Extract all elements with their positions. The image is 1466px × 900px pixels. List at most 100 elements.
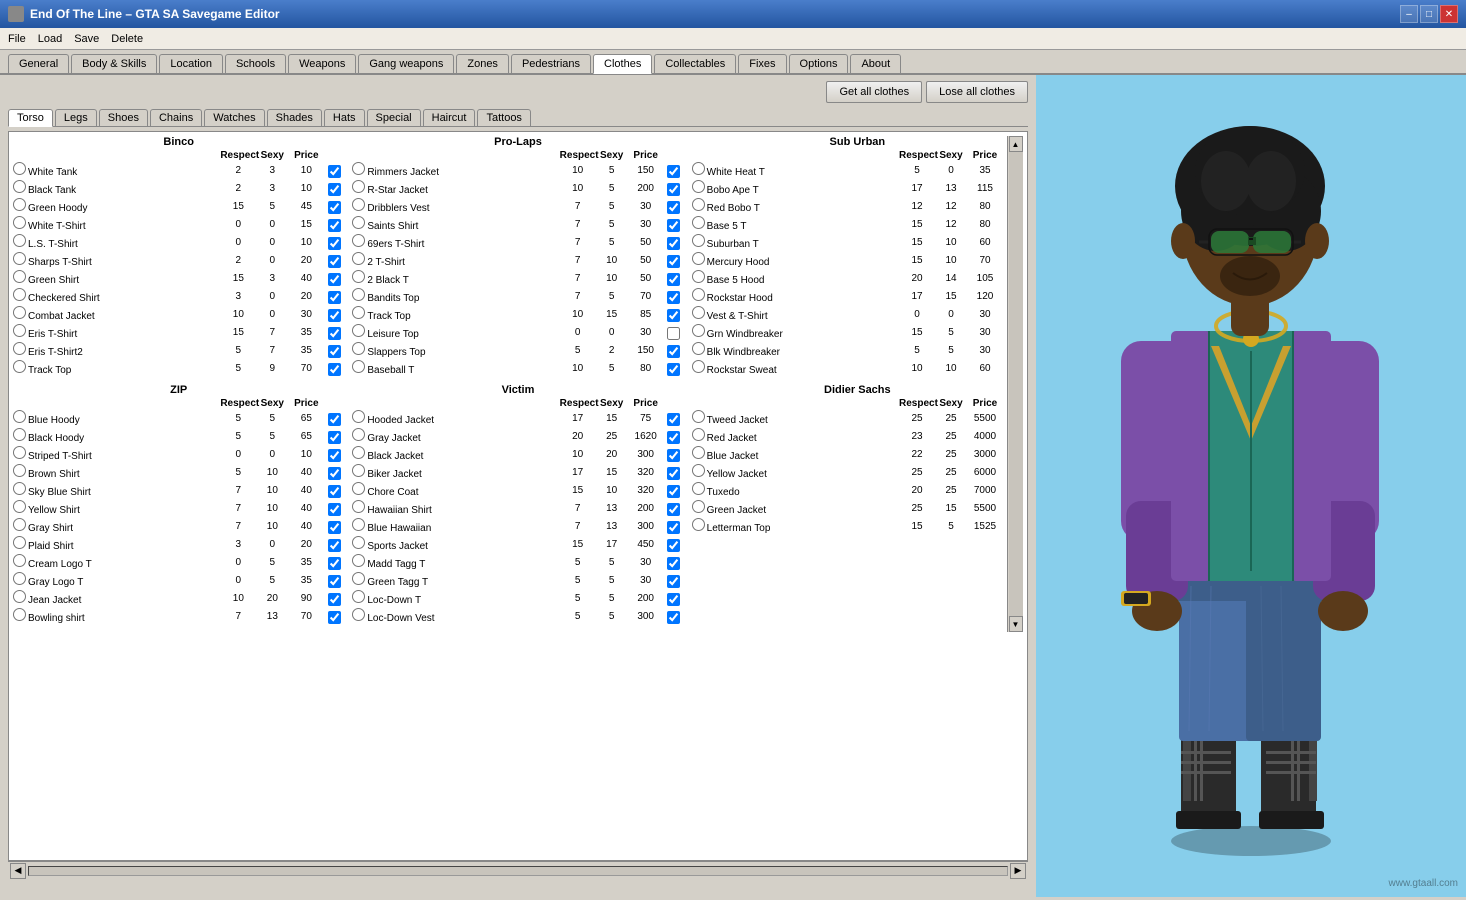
item-checkbox-striped-t-shirt[interactable] — [328, 449, 341, 462]
menu-load[interactable]: Load — [38, 33, 62, 45]
sub-tab-special[interactable]: Special — [367, 109, 421, 126]
item-radio-r-star-jacket[interactable] — [352, 180, 365, 193]
item-radio-track-top[interactable] — [13, 360, 26, 373]
close-button[interactable]: ✕ — [1440, 5, 1458, 23]
item-radio-red-bobo-t[interactable] — [692, 198, 705, 211]
scroll-down-button[interactable]: ▼ — [1009, 616, 1023, 632]
h-scroll-track[interactable] — [28, 866, 1008, 876]
item-radio-eris-t-shirt[interactable] — [13, 324, 26, 337]
item-radio-combat-jacket[interactable] — [13, 306, 26, 319]
item-checkbox-r-star-jacket[interactable] — [667, 183, 680, 196]
menu-delete[interactable]: Delete — [111, 33, 143, 45]
item-radio-bobo-ape-t[interactable] — [692, 180, 705, 193]
sub-tab-chains[interactable]: Chains — [150, 109, 202, 126]
item-radio-cream-logo-t[interactable] — [13, 554, 26, 567]
item-checkbox-black-jacket[interactable] — [667, 449, 680, 462]
item-checkbox-cream-logo-t[interactable] — [328, 557, 341, 570]
item-checkbox-sports-jacket[interactable] — [667, 539, 680, 552]
item-checkbox-eris-t-shirt[interactable] — [328, 327, 341, 340]
item-radio-hawaiian-shirt[interactable] — [352, 500, 365, 513]
item-radio-bowling-shirt[interactable] — [13, 608, 26, 621]
item-radio-tuxedo[interactable] — [692, 482, 705, 495]
lose-all-clothes-button[interactable]: Lose all clothes — [926, 81, 1028, 103]
item-radio-checkered-shirt[interactable] — [13, 288, 26, 301]
item-radio-hooded-jacket[interactable] — [352, 410, 365, 423]
item-checkbox-rimmers-jacket[interactable] — [667, 165, 680, 178]
item-radio-tweed-jacket[interactable] — [692, 410, 705, 423]
item-checkbox-gray-jacket[interactable] — [667, 431, 680, 444]
item-radio-green-shirt[interactable] — [13, 270, 26, 283]
item-radio-white-heat-t[interactable] — [692, 162, 705, 175]
item-checkbox-black-tank[interactable] — [328, 183, 341, 196]
item-radio-sharps-t-shirt[interactable] — [13, 252, 26, 265]
item-radio-black-jacket[interactable] — [352, 446, 365, 459]
scroll-right-button[interactable]: ▶ — [1010, 863, 1026, 879]
item-radio-blue-hoody[interactable] — [13, 410, 26, 423]
item-checkbox-baseball-t[interactable] — [667, 363, 680, 376]
tab-schools[interactable]: Schools — [225, 54, 286, 73]
item-checkbox-green-shirt[interactable] — [328, 273, 341, 286]
item-checkbox-plaid-shirt[interactable] — [328, 539, 341, 552]
item-checkbox-gray-shirt[interactable] — [328, 521, 341, 534]
item-radio-gray-jacket[interactable] — [352, 428, 365, 441]
sub-tab-torso[interactable]: Torso — [8, 109, 53, 127]
item-checkbox-green-hoody[interactable] — [328, 201, 341, 214]
item-checkbox-hawaiian-shirt[interactable] — [667, 503, 680, 516]
item-radio-l.s.-t-shirt[interactable] — [13, 234, 26, 247]
item-checkbox-combat-jacket[interactable] — [328, 309, 341, 322]
item-radio-rockstar-sweat[interactable] — [692, 360, 705, 373]
sub-tab-watches[interactable]: Watches — [204, 109, 264, 126]
item-radio-blue-jacket[interactable] — [692, 446, 705, 459]
item-radio-gray-shirt[interactable] — [13, 518, 26, 531]
scroll-left-button[interactable]: ◀ — [10, 863, 26, 879]
item-radio-loc-down-vest[interactable] — [352, 608, 365, 621]
item-radio-2-black-t[interactable] — [352, 270, 365, 283]
item-checkbox-dribblers-vest[interactable] — [667, 201, 680, 214]
item-checkbox-jean-jacket[interactable] — [328, 593, 341, 606]
tab-location[interactable]: Location — [159, 54, 223, 73]
tab-gang-weapons[interactable]: Gang weapons — [358, 54, 454, 73]
item-radio-leisure-top[interactable] — [352, 324, 365, 337]
item-checkbox-blue-hoody[interactable] — [328, 413, 341, 426]
item-checkbox-69ers-t-shirt[interactable] — [667, 237, 680, 250]
item-checkbox-biker-jacket[interactable] — [667, 467, 680, 480]
item-radio-bandits-top[interactable] — [352, 288, 365, 301]
item-checkbox-sharps-t-shirt[interactable] — [328, 255, 341, 268]
item-radio-sports-jacket[interactable] — [352, 536, 365, 549]
item-radio-blue-hawaiian[interactable] — [352, 518, 365, 531]
item-radio-brown-shirt[interactable] — [13, 464, 26, 477]
tab-pedestrians[interactable]: Pedestrians — [511, 54, 591, 73]
item-radio-2-t-shirt[interactable] — [352, 252, 365, 265]
item-checkbox-eris-t-shirt2[interactable] — [328, 345, 341, 358]
item-radio-track-top[interactable] — [352, 306, 365, 319]
item-checkbox-track-top[interactable] — [328, 363, 341, 376]
item-radio-loc-down-t[interactable] — [352, 590, 365, 603]
item-radio-slappers-top[interactable] — [352, 342, 365, 355]
item-radio-base-5-t[interactable] — [692, 216, 705, 229]
item-radio-green-hoody[interactable] — [13, 198, 26, 211]
tab-options[interactable]: Options — [789, 54, 849, 73]
item-radio-mercury-hood[interactable] — [692, 252, 705, 265]
item-checkbox-green-tagg-t[interactable] — [667, 575, 680, 588]
item-checkbox-2-black-t[interactable] — [667, 273, 680, 286]
item-radio-base-5-hood[interactable] — [692, 270, 705, 283]
item-radio-chore-coat[interactable] — [352, 482, 365, 495]
item-radio-eris-t-shirt2[interactable] — [13, 342, 26, 355]
minimize-button[interactable]: – — [1400, 5, 1418, 23]
item-radio-red-jacket[interactable] — [692, 428, 705, 441]
item-radio-black-hoody[interactable] — [13, 428, 26, 441]
item-checkbox-loc-down-vest[interactable] — [667, 611, 680, 624]
tab-weapons[interactable]: Weapons — [288, 54, 356, 73]
item-radio-biker-jacket[interactable] — [352, 464, 365, 477]
item-radio-rockstar-hood[interactable] — [692, 288, 705, 301]
sub-tab-haircut[interactable]: Haircut — [423, 109, 476, 126]
sub-tab-shoes[interactable]: Shoes — [99, 109, 148, 126]
item-radio-dribblers-vest[interactable] — [352, 198, 365, 211]
item-checkbox-track-top[interactable] — [667, 309, 680, 322]
item-radio-plaid-shirt[interactable] — [13, 536, 26, 549]
item-radio-white-t-shirt[interactable] — [13, 216, 26, 229]
item-checkbox-white-t-shirt[interactable] — [328, 219, 341, 232]
item-radio-green-jacket[interactable] — [692, 500, 705, 513]
maximize-button[interactable]: □ — [1420, 5, 1438, 23]
tab-general[interactable]: General — [8, 54, 69, 73]
